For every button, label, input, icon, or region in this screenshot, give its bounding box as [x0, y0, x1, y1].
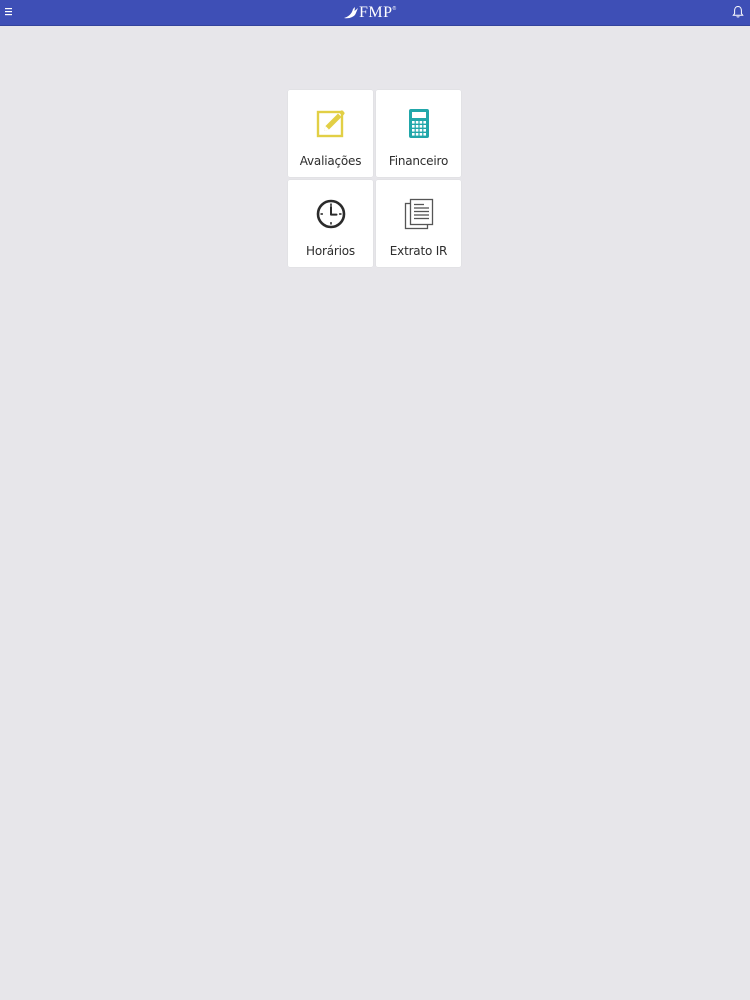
- app-header: FMP ®: [0, 0, 750, 26]
- calculator-icon: [408, 109, 429, 138]
- bell-icon[interactable]: [732, 5, 744, 19]
- registered-mark: ®: [392, 6, 397, 12]
- document-icon: [404, 198, 433, 230]
- tile-label: Horários: [306, 244, 355, 258]
- tile-financeiro[interactable]: Financeiro: [376, 90, 461, 177]
- hamburger-menu-icon[interactable]: [4, 7, 16, 17]
- tile-horarios[interactable]: Horários: [288, 180, 373, 267]
- edit-icon: [316, 110, 345, 138]
- tile-label: Avaliações: [299, 154, 362, 168]
- tile-label: Financeiro: [388, 154, 449, 168]
- tile-avaliacoes[interactable]: Avaliações: [288, 90, 373, 177]
- clock-icon: [316, 199, 345, 229]
- tile-extrato-ir[interactable]: Extrato IR: [376, 180, 461, 267]
- logo-text: FMP: [359, 3, 393, 21]
- menu-grid: Avaliações Financeiro Horários Extrato I…: [288, 90, 462, 267]
- bird-logo-icon: [344, 6, 358, 18]
- fmp-logo: FMP ®: [343, 3, 396, 22]
- tile-label: Extrato IR: [389, 244, 448, 258]
